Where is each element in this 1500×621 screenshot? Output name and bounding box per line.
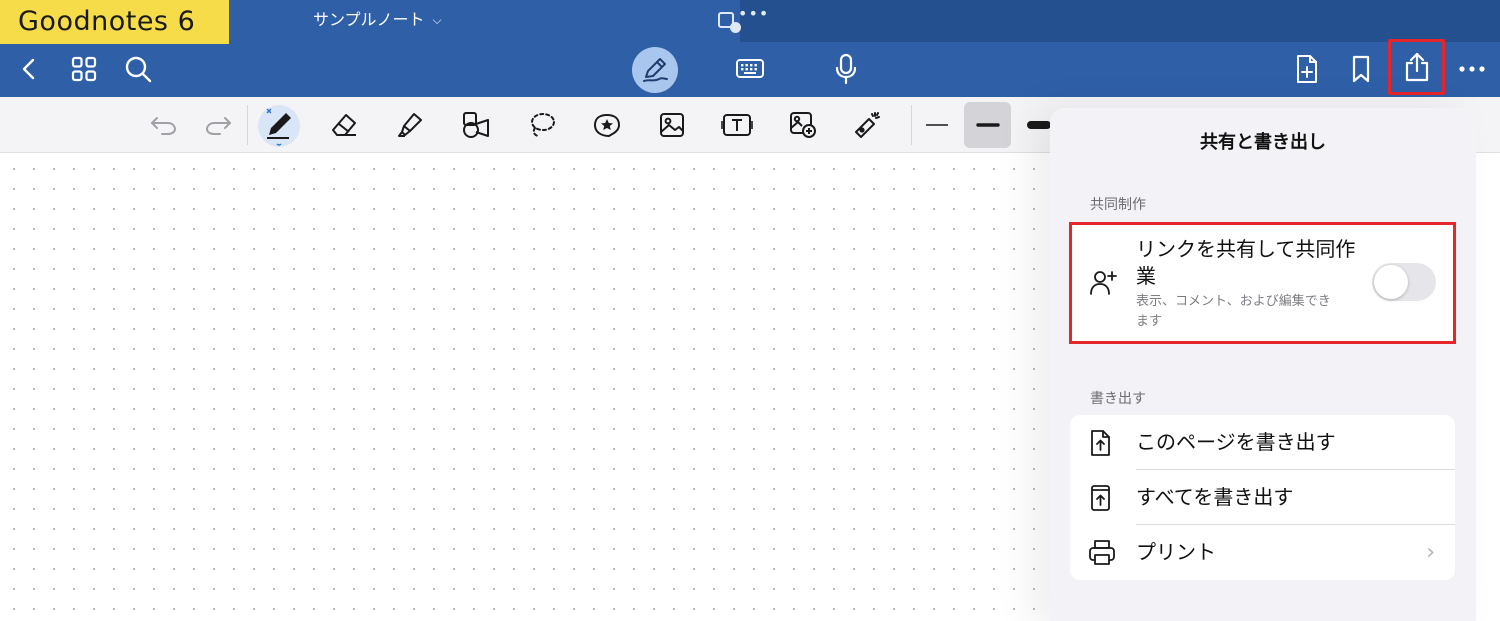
pen-mode-icon[interactable] [632, 47, 678, 93]
collab-link-row[interactable]: リンクを共有して共同作業 表示、コメント、および編集できます [1070, 222, 1455, 344]
window-control[interactable]: ••• [718, 4, 768, 33]
text-box-icon[interactable] [720, 97, 754, 153]
undo-icon[interactable] [148, 97, 180, 153]
collab-subtitle: 表示、コメント、および編集できます [1136, 294, 1331, 329]
pen-icon[interactable] [256, 97, 302, 153]
collab-toggle[interactable] [1372, 263, 1436, 301]
laser-pointer-icon[interactable] [850, 97, 884, 153]
export-item-label: プリント [1136, 540, 1216, 564]
share-export-icon [1403, 51, 1431, 83]
chevron-down-icon: ⌵ [432, 13, 442, 27]
shapes-icon[interactable] [459, 97, 493, 153]
search-icon[interactable] [122, 53, 154, 85]
panel-title: 共有と書き出し [1200, 132, 1326, 153]
multitask-dots-icon: ••• [738, 4, 770, 23]
export-all-row[interactable]: すべてを書き出す [1070, 470, 1455, 525]
document-title-menu[interactable]: サンプルノート ⌵ [313, 8, 442, 32]
status-area [740, 0, 1500, 42]
back-chevron-icon[interactable] [14, 53, 44, 85]
export-list: このページを書き出す すべてを書き出す プリント › [1070, 415, 1455, 580]
export-page-row[interactable]: このページを書き出す [1070, 415, 1455, 470]
highlighter-icon[interactable] [394, 97, 426, 153]
redo-icon[interactable] [202, 97, 234, 153]
export-item-label: すべてを書き出す [1136, 485, 1294, 509]
share-export-button[interactable] [1388, 39, 1445, 95]
camera-image-icon[interactable] [786, 97, 820, 153]
medium-line-icon[interactable] [972, 97, 1004, 153]
eraser-icon[interactable] [328, 97, 360, 153]
chevron-right-icon: › [1426, 540, 1435, 565]
grid-view-icon[interactable] [68, 53, 100, 85]
image-icon[interactable] [656, 97, 688, 153]
microphone-icon[interactable] [832, 52, 860, 86]
toggle-knob [1374, 265, 1408, 299]
add-person-icon [1088, 267, 1118, 301]
sticker-icon[interactable] [590, 97, 624, 153]
lasso-icon[interactable] [526, 97, 558, 153]
export-page-icon [1088, 429, 1114, 461]
tool-divider [911, 105, 912, 145]
export-item-label: このページを書き出す [1136, 430, 1336, 454]
collab-section-label: 共同制作 [1090, 197, 1146, 213]
tool-divider [247, 105, 248, 145]
keyboard-icon[interactable] [734, 55, 766, 83]
bookmark-icon[interactable] [1348, 53, 1374, 85]
note-canvas[interactable] [0, 153, 1050, 621]
brand-badge: Goodnotes 6 [0, 0, 229, 44]
add-page-icon[interactable] [1292, 53, 1322, 85]
more-icon[interactable] [1456, 56, 1488, 82]
share-export-panel: 共有と書き出し 共同制作 リンクを共有して共同作業 表示、コメント、および編集で… [1050, 108, 1476, 621]
thin-line-icon[interactable] [922, 97, 952, 153]
export-section-label: 書き出す [1090, 391, 1146, 407]
printer-icon [1088, 539, 1116, 571]
export-all-icon [1088, 484, 1114, 516]
print-row[interactable]: プリント › [1070, 525, 1455, 580]
document-title: サンプルノート [313, 10, 425, 29]
collab-title: リンクを共有して共同作業 [1136, 237, 1356, 288]
minimize-icon [730, 22, 741, 33]
